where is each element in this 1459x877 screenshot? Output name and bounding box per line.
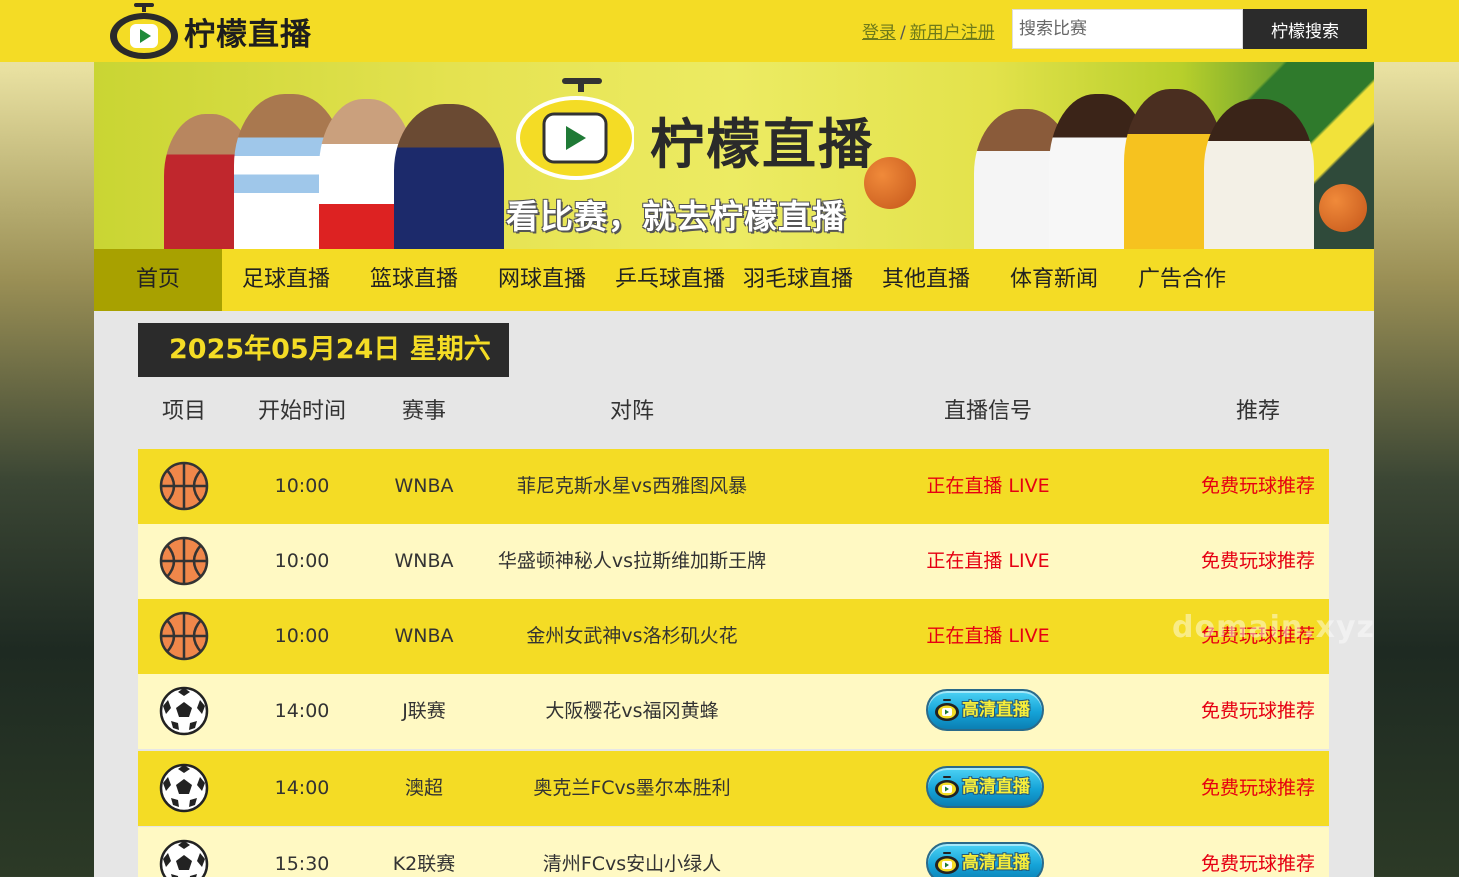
league-name: K2联赛 [392, 853, 456, 875]
recommend-link[interactable]: 免费玩球推荐 [1188, 674, 1328, 749]
table-row: 14:00 澳超 奥克兰FCvs墨尔本胜利 高清直播 免费玩球推荐 [138, 750, 1329, 826]
nav-item-tennis[interactable]: 网球直播 [478, 249, 606, 311]
register-link[interactable]: 新用户注册 [910, 23, 995, 43]
match-name[interactable]: 菲尼克斯水星vs西雅图风暴 [482, 449, 782, 524]
start-time: 14:00 [274, 700, 330, 722]
login-separator: / [900, 23, 906, 43]
recommend-link[interactable]: 免费玩球推荐 [1188, 449, 1328, 524]
match-name[interactable]: 大阪樱花vs福冈黄蜂 [482, 674, 782, 749]
basketball-icon [864, 157, 916, 209]
column-header-recommend: 推荐 [1235, 399, 1280, 424]
basketball-icon [159, 536, 209, 586]
player-figure [394, 104, 504, 249]
match-name[interactable]: 华盛顿神秘人vs拉斯维加斯王牌 [482, 524, 782, 599]
table-row: 10:00 WNBA 金州女武神vs洛杉矶火花 正在直播 LIVE 免费玩球推荐 [138, 599, 1329, 674]
top-bar: 柠檬直播 登录/新用户注册 柠檬搜索 [0, 0, 1459, 62]
live-signal-link[interactable]: 正在直播 LIVE [878, 449, 1098, 524]
search-button[interactable]: 柠檬搜索 [1243, 9, 1367, 49]
hd-stream-label: 高清直播 [962, 776, 1030, 797]
hd-stream-button[interactable]: 高清直播 [926, 765, 1044, 808]
start-time: 15:30 [274, 853, 330, 875]
nav-item-news[interactable]: 体育新闻 [990, 249, 1118, 311]
hd-stream-label: 高清直播 [962, 700, 1030, 720]
column-header-match: 对阵 [609, 399, 654, 424]
lemon-tv-logo-icon [110, 3, 178, 59]
start-time: 10:00 [274, 475, 330, 497]
logo-text: 柠檬直播 [184, 16, 312, 53]
soccer-ball-icon [159, 839, 209, 877]
start-time: 14:00 [274, 776, 330, 799]
column-header-signal: 直播信号 [943, 399, 1032, 424]
search-input[interactable] [1012, 9, 1243, 49]
banner-title: 柠檬直播 [650, 113, 874, 176]
hd-stream-button[interactable]: 高清直播 [926, 842, 1044, 877]
league-name: WNBA [394, 550, 454, 572]
nav-item-badminton[interactable]: 羽毛球直播 [734, 249, 862, 311]
basketball-icon [159, 611, 209, 661]
column-header-time: 开始时间 [257, 399, 346, 424]
nav-item-other[interactable]: 其他直播 [862, 249, 990, 311]
schedule-table-header: 项目 开始时间 赛事 对阵 直播信号 推荐 [138, 387, 1329, 447]
soccer-ball-icon [159, 763, 209, 813]
league-name: J联赛 [402, 700, 446, 722]
league-name: WNBA [394, 625, 454, 647]
nav-item-table-tennis[interactable]: 乒乓球直播 [606, 249, 734, 311]
table-row: 10:00 WNBA 菲尼克斯水星vs西雅图风暴 正在直播 LIVE 免费玩球推荐 [138, 449, 1329, 524]
column-header-sport: 项目 [161, 399, 206, 424]
player-figure [1204, 99, 1314, 249]
table-row: 10:00 WNBA 华盛顿神秘人vs拉斯维加斯王牌 正在直播 LIVE 免费玩球推荐 [138, 524, 1329, 599]
live-signal-link[interactable]: 正在直播 LIVE [878, 524, 1098, 599]
table-row: 15:30 K2联赛 清州FCvs安山小绿人高清直播 免费玩球推荐 [138, 827, 1329, 877]
table-row: 14:00 J联赛 大阪樱花vs福冈黄蜂 高清直播 免费玩球推荐 [138, 674, 1329, 749]
basketball-icon [1319, 184, 1367, 232]
league-name: WNBA [394, 475, 454, 497]
match-name[interactable]: 清州FCvs安山小绿人 [482, 827, 782, 877]
main-nav: 首页 足球直播 篮球直播 网球直播 乒乓球直播 羽毛球直播 其他直播 体育新闻 … [94, 249, 1374, 311]
match-name[interactable]: 金州女武神vs洛杉矶火花 [482, 599, 782, 674]
login-links: 登录 / 新用户注册 [862, 18, 995, 43]
recommend-link[interactable]: 免费玩球推荐 [1188, 524, 1328, 599]
match-name[interactable]: 奥克兰FCvs墨尔本胜利 [482, 751, 782, 826]
start-time: 10:00 [274, 550, 330, 572]
column-header-league: 赛事 [401, 399, 446, 424]
hd-stream-button[interactable]: 高清直播 [926, 689, 1044, 731]
nav-item-basketball[interactable]: 篮球直播 [350, 249, 478, 311]
nav-item-football[interactable]: 足球直播 [222, 249, 350, 311]
lemon-tv-icon [934, 851, 960, 875]
recommend-link[interactable]: 免费玩球推荐 [1188, 751, 1328, 826]
schedule-section: 2025年05月24日 星期六 项目 开始时间 赛事 对阵 直播信号 推荐 10… [94, 311, 1374, 877]
watermark: domain.xyz [1172, 610, 1375, 645]
banner-slogan: 看比赛，就去柠檬直播 [506, 197, 846, 236]
hd-stream-label: 高清直播 [962, 853, 1030, 873]
nav-item-home[interactable]: 首页 [94, 249, 222, 311]
start-time: 10:00 [274, 625, 330, 647]
live-signal-link[interactable]: 正在直播 LIVE [878, 599, 1098, 674]
nav-item-ads[interactable]: 广告合作 [1118, 249, 1246, 311]
schedule-date: 2025年05月24日 星期六 [138, 323, 509, 377]
login-link[interactable]: 登录 [862, 23, 896, 43]
banner-logo-icon [516, 78, 634, 180]
recommend-link[interactable]: 免费玩球推荐 [1188, 827, 1328, 877]
site-logo[interactable]: 柠檬直播 [108, 2, 312, 60]
basketball-icon [159, 461, 209, 511]
league-name: 澳超 [404, 776, 443, 799]
soccer-ball-icon [159, 686, 209, 736]
lemon-tv-icon [934, 698, 960, 722]
lemon-tv-icon [934, 775, 960, 799]
hero-banner: 柠檬直播 看比赛，就去柠檬直播 [94, 62, 1374, 249]
